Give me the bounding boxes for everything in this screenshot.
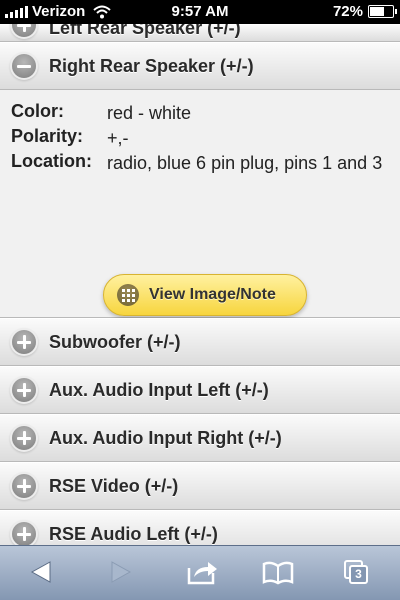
grid-icon [117, 284, 139, 306]
status-right: 72% [332, 3, 397, 20]
detail-value: radio, blue 6 pin plug, pins 1 and 3 [107, 153, 383, 173]
section-label: Right Rear Speaker (+/-) [49, 56, 254, 76]
detail-key: Color: [11, 101, 64, 121]
section-label: Left Rear Speaker (+/-) [49, 24, 241, 38]
plus-circle-icon [12, 378, 36, 402]
status-bar: Verizon 9:57 AM 72% [0, 0, 400, 24]
tabs-button[interactable]: 3 [343, 559, 369, 585]
plus-circle-icon [12, 426, 36, 450]
plus-circle-icon [12, 474, 36, 498]
detail-value: +,- [107, 128, 129, 148]
plus-circle-icon [12, 330, 36, 354]
detail-key: Location: [11, 151, 92, 171]
minus-circle-icon [12, 54, 36, 78]
section-rse-video[interactable]: RSE Video (+/-) [0, 462, 400, 510]
battery-icon [368, 5, 397, 18]
section-right-rear-speaker[interactable]: Right Rear Speaker (+/-) [0, 42, 400, 90]
plus-circle-icon [12, 522, 36, 545]
forward-arrow-icon[interactable] [110, 560, 132, 584]
view-image-note-button[interactable]: View Image/Note [103, 274, 307, 316]
section-label: RSE Video (+/-) [49, 476, 179, 496]
plus-circle-icon [12, 24, 36, 37]
accordion-list: Left Rear Speaker (+/-) Right Rear Speak… [0, 24, 400, 545]
battery-percent: 72% [332, 3, 363, 20]
back-arrow-icon[interactable] [30, 560, 52, 584]
section-aux-audio-input-left[interactable]: Aux. Audio Input Left (+/-) [0, 366, 400, 414]
section-subwoofer[interactable]: Subwoofer (+/-) [0, 318, 400, 366]
bookmarks-icon[interactable] [262, 561, 294, 585]
section-label: Aux. Audio Input Right (+/-) [49, 428, 282, 448]
section-rse-audio-left[interactable]: RSE Audio Left (+/-) [0, 510, 400, 545]
section-aux-audio-input-right[interactable]: Aux. Audio Input Right (+/-) [0, 414, 400, 462]
detail-key: Polarity: [11, 126, 84, 146]
section-label: Aux. Audio Input Left (+/-) [49, 380, 269, 400]
tabs-count: 3 [355, 567, 362, 581]
section-details: Color: red - white Polarity: +,- Locatio… [0, 90, 400, 318]
section-label: RSE Audio Left (+/-) [49, 524, 218, 544]
share-icon[interactable] [186, 559, 218, 585]
section-left-rear-speaker[interactable]: Left Rear Speaker (+/-) [0, 24, 400, 42]
browser-toolbar: 3 [0, 545, 400, 600]
view-image-note-label: View Image/Note [149, 286, 276, 303]
section-label: Subwoofer (+/-) [49, 332, 181, 352]
detail-value: red - white [107, 103, 192, 123]
